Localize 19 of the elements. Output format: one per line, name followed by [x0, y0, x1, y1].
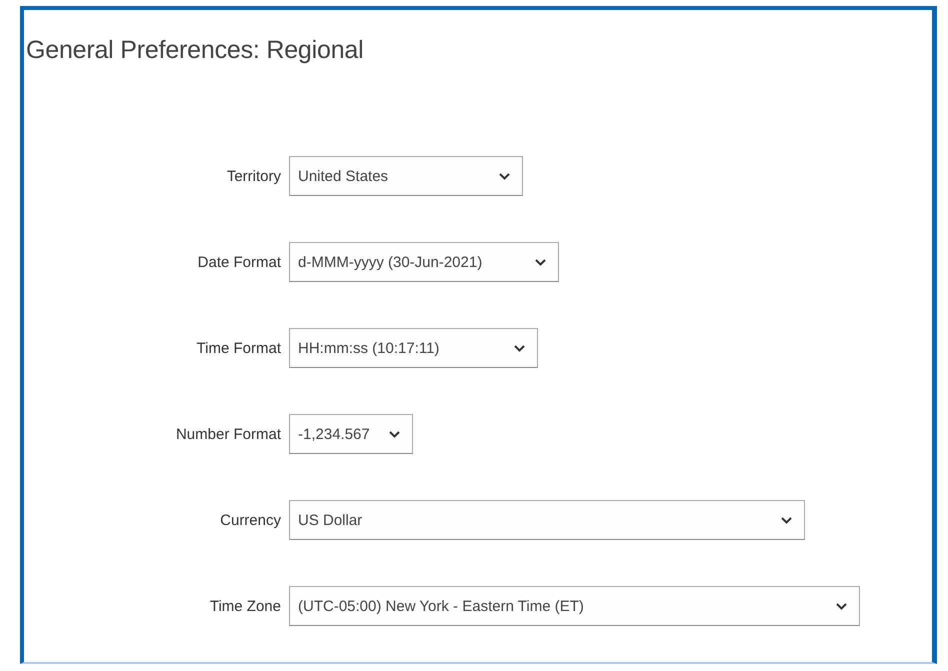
field-label: Currency [219, 512, 281, 528]
chevron-down-icon [781, 516, 792, 524]
dropdown-field[interactable]: United States [289, 156, 523, 196]
chevron-down-icon [499, 172, 510, 180]
field-label: Time Zone [208, 598, 281, 614]
dropdown-field[interactable]: HH:mm:ss (10:17:11) [289, 328, 538, 368]
field-label: Date Format [196, 254, 281, 270]
dropdown-field[interactable]: -1,234.567 [289, 414, 413, 454]
field-label: Territory [226, 168, 281, 184]
page-title: General Preferences: Regional [26, 36, 364, 65]
field-label: Number Format [174, 426, 281, 442]
chevron-down-icon [389, 430, 400, 438]
chevron-down-icon [535, 258, 546, 266]
chevron-down-icon [514, 344, 525, 352]
dropdown-field[interactable]: US Dollar [289, 500, 805, 540]
field-label: Time Format [196, 340, 281, 356]
chevron-down-icon [836, 602, 847, 610]
dropdown-field[interactable]: (UTC-05:00) New York - Eastern Time (ET) [289, 586, 860, 626]
dropdown-field[interactable]: d-MMM-yyyy (30-Jun-2021) [289, 242, 559, 282]
